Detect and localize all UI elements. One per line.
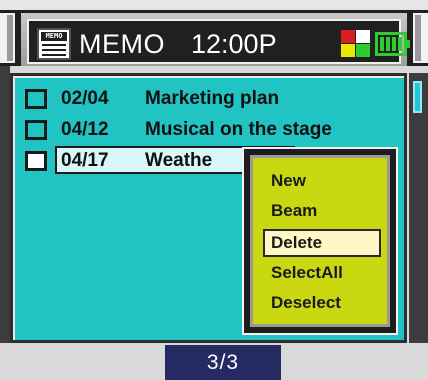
header-left-bracket — [0, 10, 18, 66]
memo-title: Weathe — [145, 150, 213, 171]
memo-icon-label: MEMO — [41, 32, 67, 41]
header-right-bracket — [410, 10, 428, 66]
memo-icon-line — [42, 54, 66, 56]
memo-title: Musical on the stage — [145, 119, 332, 140]
scrollbar[interactable] — [409, 73, 428, 343]
quad-green — [356, 44, 370, 57]
memo-checkbox[interactable] — [25, 151, 47, 171]
page-indicator: 3/3 — [165, 345, 281, 380]
menu-item-selectall[interactable]: SelectAll — [263, 260, 381, 288]
context-menu: New Beam Delete SelectAll Deselect — [242, 147, 398, 335]
quad-yellow — [341, 44, 355, 57]
battery-bar — [398, 37, 402, 51]
header-bar: MEMO MEMO 12:00P — [0, 0, 428, 66]
menu-item-beam[interactable]: Beam — [263, 198, 381, 226]
menu-item-new[interactable]: New — [263, 168, 381, 196]
memo-checkbox[interactable] — [25, 89, 47, 109]
context-menu-body: New Beam Delete SelectAll Deselect — [250, 155, 390, 327]
menu-item-delete[interactable]: Delete — [263, 229, 381, 257]
battery-bar — [386, 37, 390, 51]
memo-date: 04/12 — [61, 119, 109, 140]
quad-red — [341, 30, 355, 43]
memo-row[interactable]: 02/04 Marketing plan — [21, 84, 401, 115]
memo-icon-line — [42, 44, 66, 46]
scroll-thumb[interactable] — [413, 81, 422, 113]
panel-left-rail — [0, 66, 10, 348]
memo-date: 04/17 — [61, 150, 109, 171]
quad-color-icon[interactable] — [341, 30, 371, 58]
menu-item-deselect[interactable]: Deselect — [263, 290, 381, 318]
battery-icon — [375, 32, 411, 56]
title-bar: MEMO MEMO 12:00P — [18, 10, 411, 66]
title-inner: MEMO MEMO 12:00P — [27, 19, 411, 64]
memo-icon-line — [42, 49, 66, 51]
memo-row[interactable]: 04/12 Musical on the stage — [21, 115, 401, 146]
battery-bar — [392, 37, 396, 51]
footer: 3/3 — [0, 343, 428, 380]
battery-bar — [380, 37, 384, 51]
app-title: MEMO — [79, 29, 165, 59]
memo-checkbox[interactable] — [25, 120, 47, 140]
memo-title: Marketing plan — [145, 88, 280, 109]
clock: 12:00P — [191, 29, 277, 59]
memo-date: 02/04 — [61, 88, 109, 109]
quad-white — [356, 30, 370, 43]
memo-icon: MEMO — [37, 28, 71, 60]
